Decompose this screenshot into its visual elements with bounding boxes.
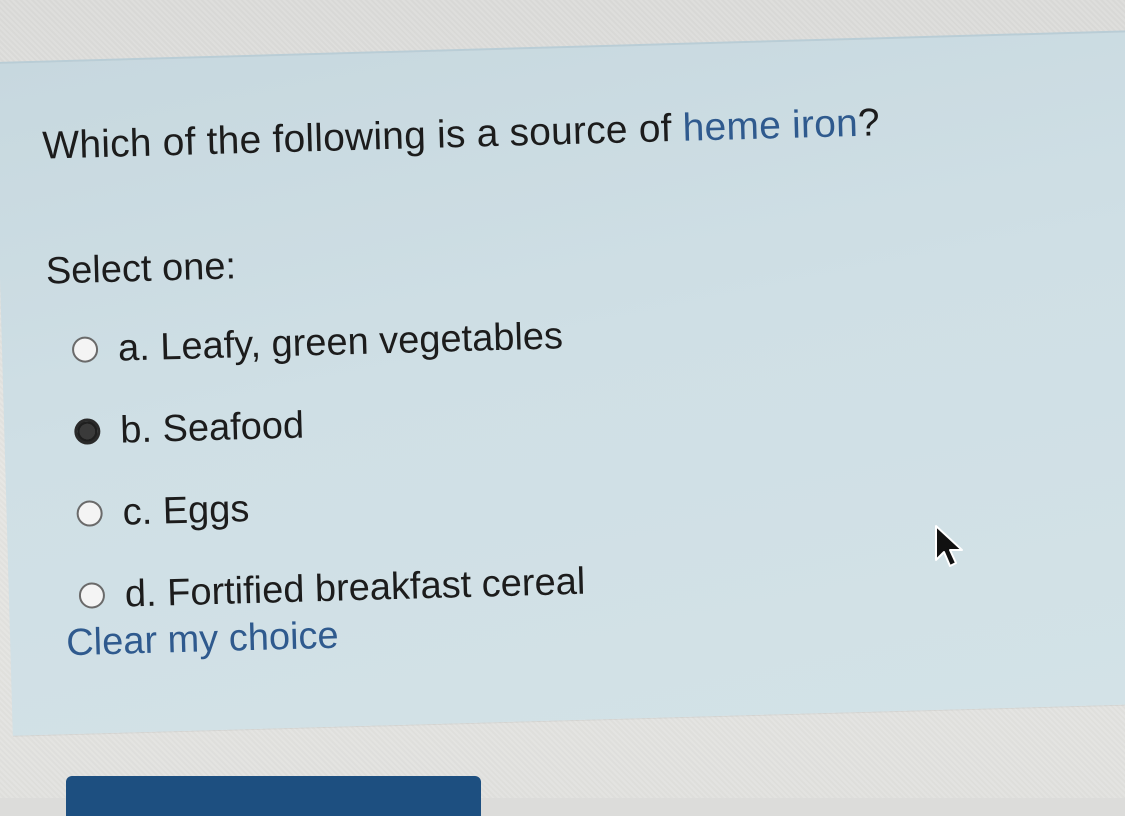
radio-button-b[interactable]: [73, 418, 101, 445]
clear-my-choice-link[interactable]: Clear my choice: [66, 615, 340, 666]
answer-option-c[interactable]: c. Eggs: [76, 459, 585, 555]
answer-list: a. Leafy, green vegetables b. Seafood c.…: [71, 295, 586, 637]
radio-button-c[interactable]: [76, 500, 104, 527]
arrow-pointer-icon: [935, 525, 963, 567]
question-text-start: Which of the following is a source of: [41, 106, 684, 168]
next-page-button[interactable]: [66, 776, 481, 816]
answer-label-c: c. Eggs: [122, 487, 250, 534]
radio-button-a[interactable]: [71, 336, 99, 363]
answer-label-b: b. Seafood: [119, 403, 305, 452]
question-card: Which of the following is a source of he…: [0, 29, 1125, 736]
answer-option-a[interactable]: a. Leafy, green vegetables: [71, 295, 580, 391]
radio-button-d[interactable]: [78, 582, 106, 609]
select-one-prompt: Select one:: [45, 245, 237, 293]
answer-label-a: a. Leafy, green vegetables: [117, 314, 564, 370]
answer-label-d: d. Fortified breakfast cereal: [124, 560, 586, 616]
glossary-link-heme-iron[interactable]: heme iron: [682, 102, 858, 150]
question-text: Which of the following is a source of he…: [42, 101, 881, 168]
answer-option-b[interactable]: b. Seafood: [73, 377, 582, 473]
question-mark: ?: [857, 101, 881, 145]
